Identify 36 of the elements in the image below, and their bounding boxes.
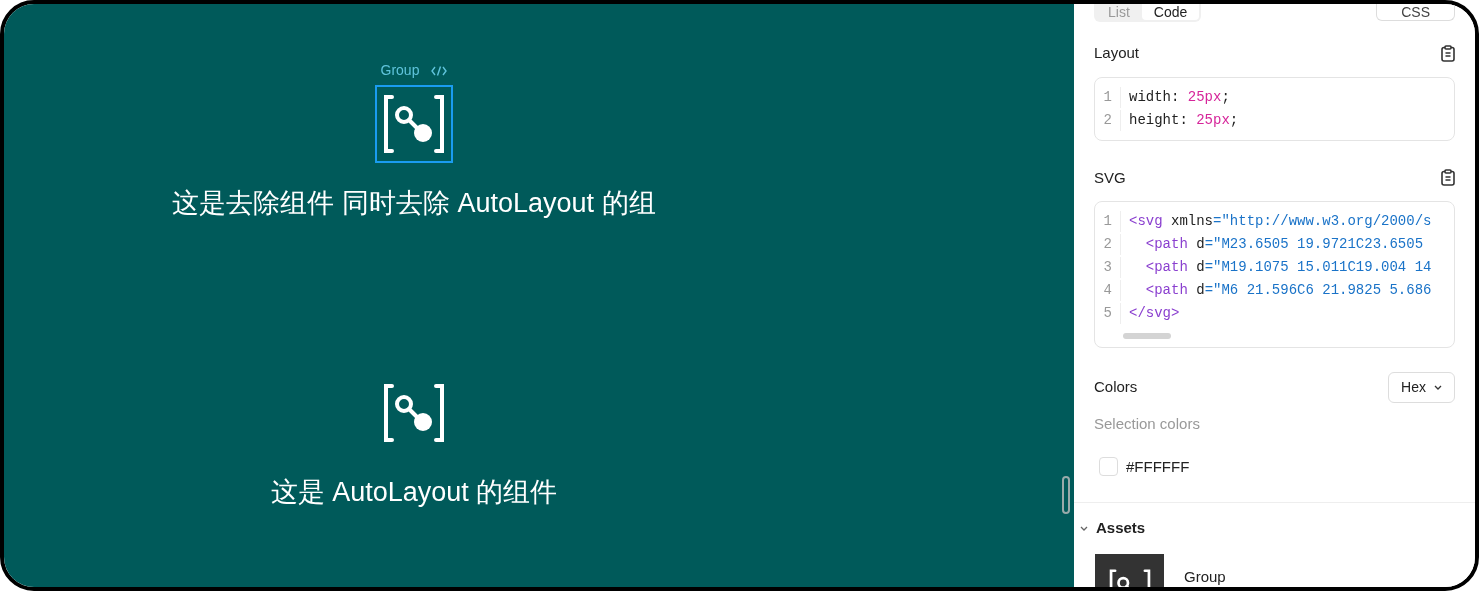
chevron-icon[interactable] bbox=[1080, 525, 1088, 531]
line-number: 1 bbox=[1095, 211, 1121, 232]
caption: 这是去除组件 同时去除 AutoLayout 的组 bbox=[172, 187, 656, 220]
line-number: 4 bbox=[1095, 280, 1121, 301]
line-number: 1 bbox=[1095, 86, 1121, 108]
component-frame[interactable] bbox=[375, 85, 453, 163]
caption: 这是 AutoLayout 的组件 bbox=[270, 475, 558, 509]
scrollbar[interactable] bbox=[1123, 333, 1171, 339]
chevron-icon bbox=[1434, 385, 1442, 390]
code-line: <path d="M23.6505 19.9721C23.6505 bbox=[1144, 235, 1424, 254]
section-title: Layout bbox=[1094, 43, 1140, 63]
section-title: SVG bbox=[1094, 167, 1126, 188]
subtitle: Selection colors bbox=[1094, 414, 1201, 434]
clipboard-icon[interactable] bbox=[1441, 169, 1455, 187]
format-dropdown[interactable]: Hex bbox=[1388, 372, 1455, 403]
code-line: <svg xmlns="http://www.w3.org/2000/s bbox=[1128, 212, 1432, 231]
line-number: 2 bbox=[1095, 109, 1121, 131]
color-value: #FFFFFF bbox=[1126, 456, 1190, 477]
color-swatch[interactable] bbox=[1099, 457, 1118, 477]
line-number: 5 bbox=[1095, 303, 1121, 324]
resize-handle[interactable] bbox=[1062, 476, 1070, 514]
code-line: width: 25px; bbox=[1128, 87, 1230, 107]
code-line: </svg> bbox=[1128, 304, 1180, 323]
section-title: Colors bbox=[1094, 377, 1138, 398]
code-line: height: 25px; bbox=[1128, 110, 1239, 130]
code-line: <path d="M6 21.596C6 21.9825 5.686 bbox=[1144, 281, 1432, 300]
line-number: 2 bbox=[1095, 234, 1121, 255]
frame-label[interactable]: Group bbox=[380, 60, 420, 81]
section-title: Assets bbox=[1096, 518, 1146, 538]
asset-name[interactable]: Group bbox=[1184, 565, 1226, 587]
code-line: <path d="M19.1075 15.011C19.004 14 bbox=[1144, 258, 1432, 277]
code-icon[interactable] bbox=[431, 65, 448, 76]
language-dropdown[interactable]: CSS bbox=[1376, 4, 1455, 21]
clipboard-icon[interactable] bbox=[1441, 44, 1455, 62]
view-tab[interactable]: Code bbox=[1141, 4, 1200, 20]
line-number: 3 bbox=[1095, 257, 1121, 278]
